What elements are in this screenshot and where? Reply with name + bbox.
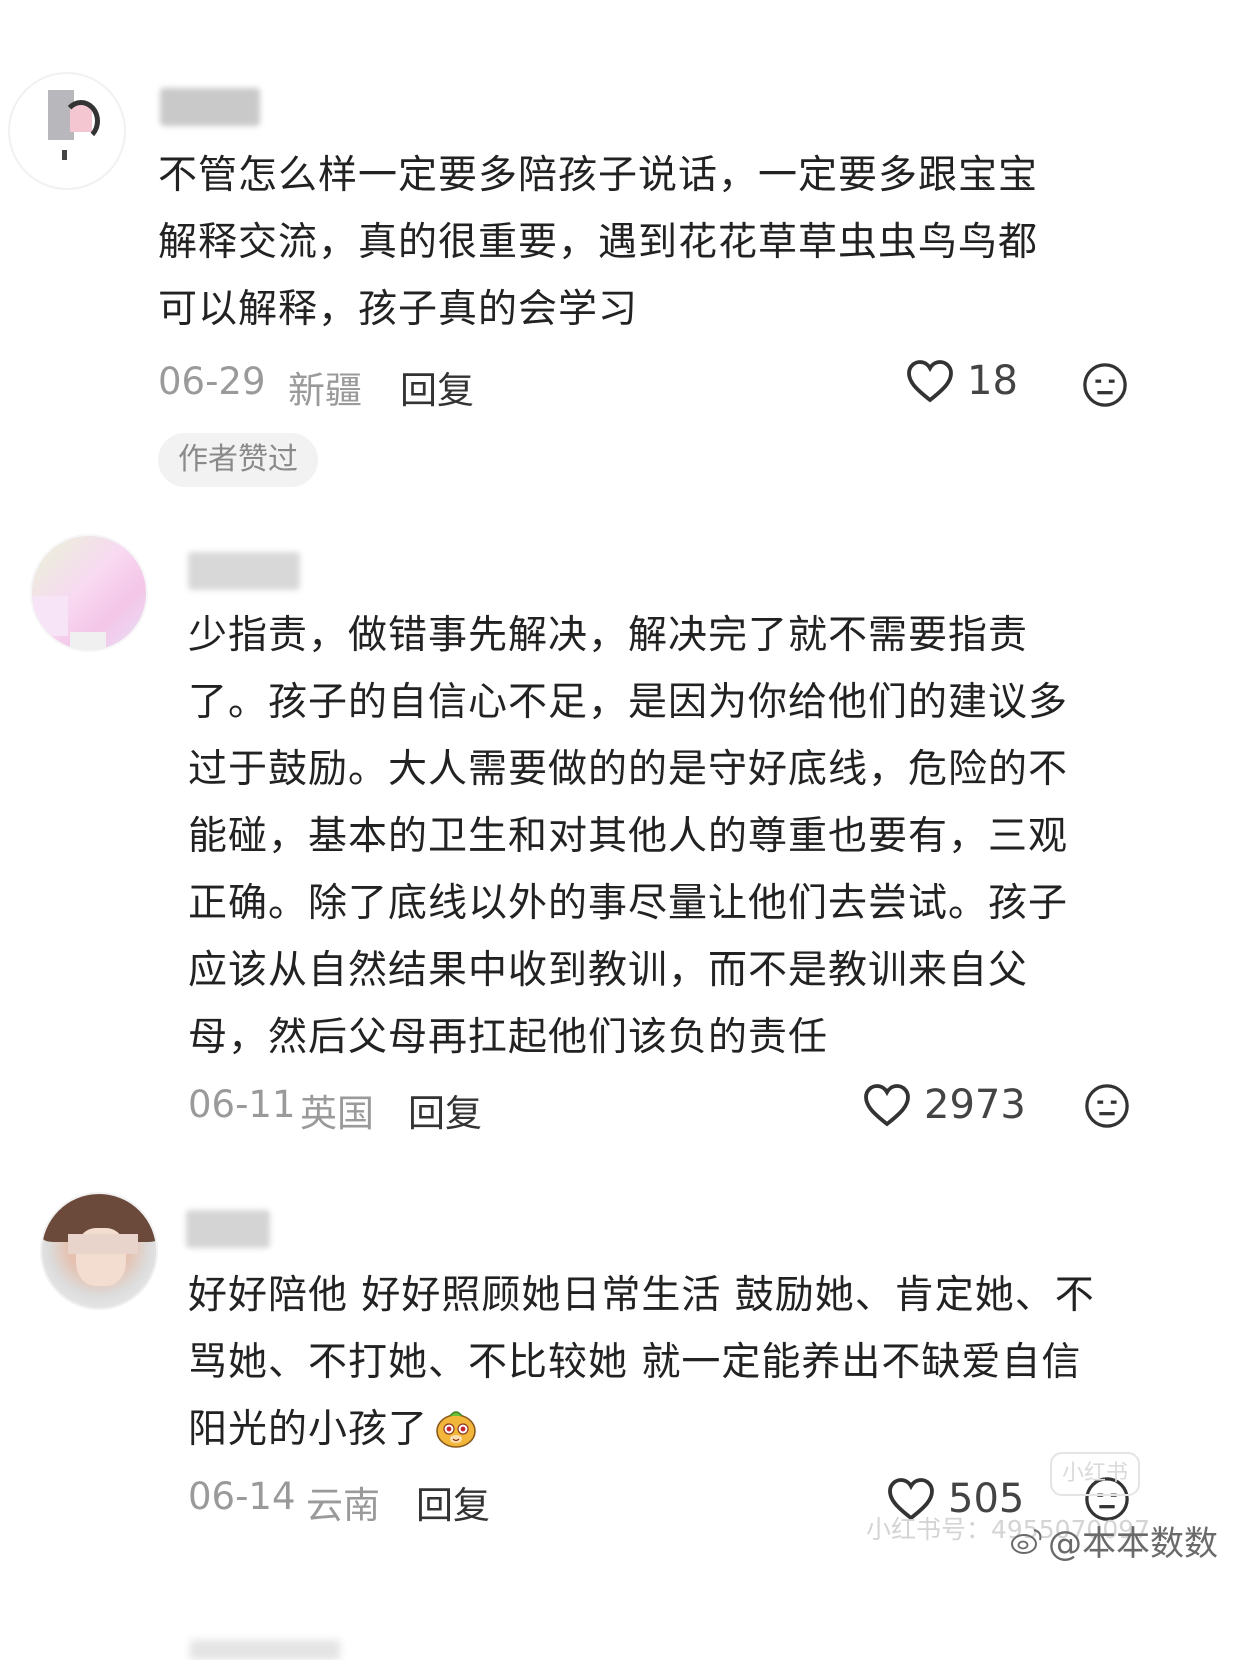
- comment-location: 英国: [300, 1092, 374, 1135]
- comment-text-content: 好好陪他 好好照顾她日常生活 鼓励她、肯定她、不 骂她、不打她、不比较她 就一定…: [188, 1273, 1095, 1452]
- avatar[interactable]: [40, 1192, 158, 1310]
- comment-date: 06-29: [158, 360, 266, 403]
- xiaohongshu-watermark-logo: 小红书: [1050, 1452, 1140, 1496]
- like-button[interactable]: 2973: [862, 1082, 1026, 1128]
- like-count: 18: [967, 358, 1018, 404]
- comment-text: 不管怎么样一定要多陪孩子说话，一定要多跟宝宝 解释交流，真的很重要，遇到花花草草…: [158, 153, 1039, 332]
- heart-icon: [907, 360, 953, 403]
- bear-emoji-icon: [436, 1410, 476, 1448]
- heart-icon: [864, 1084, 910, 1127]
- comment-date: 06-14: [188, 1475, 296, 1518]
- weibo-handle: @本本数数: [1048, 1524, 1218, 1564]
- reply-button[interactable]: 回复: [400, 360, 474, 414]
- username-blurred[interactable]: [160, 88, 260, 126]
- username-blurred[interactable]: [188, 552, 300, 590]
- avatar[interactable]: [30, 534, 148, 652]
- dislike-face-icon[interactable]: [1084, 1083, 1130, 1129]
- comment-location: 新疆: [288, 369, 362, 412]
- avatar[interactable]: [8, 72, 126, 190]
- like-button[interactable]: 18: [905, 358, 1018, 404]
- comment-text: 少指责，做错事先解决，解决完了就不需要指责 了。孩子的自信心不足，是因为你给他们…: [188, 613, 1069, 1060]
- reply-button[interactable]: 回复: [408, 1083, 482, 1137]
- weibo-icon: [1011, 1528, 1042, 1554]
- next-comment-username-blurred: [190, 1640, 340, 1660]
- username-blurred[interactable]: [186, 1210, 270, 1248]
- comment-date: 06-11: [188, 1083, 296, 1126]
- comment-location: 云南: [306, 1484, 380, 1527]
- weibo-watermark: @本本数数: [1010, 1516, 1218, 1565]
- dislike-face-icon[interactable]: [1082, 362, 1128, 408]
- author-liked-badge: 作者赞过: [158, 433, 318, 487]
- like-count: 2973: [924, 1082, 1026, 1128]
- reply-button[interactable]: 回复: [416, 1475, 490, 1529]
- comment-text: 好好陪他 好好照顾她日常生活 鼓励她、肯定她、不 骂她、不打她、不比较她 就一定…: [188, 1262, 1095, 1463]
